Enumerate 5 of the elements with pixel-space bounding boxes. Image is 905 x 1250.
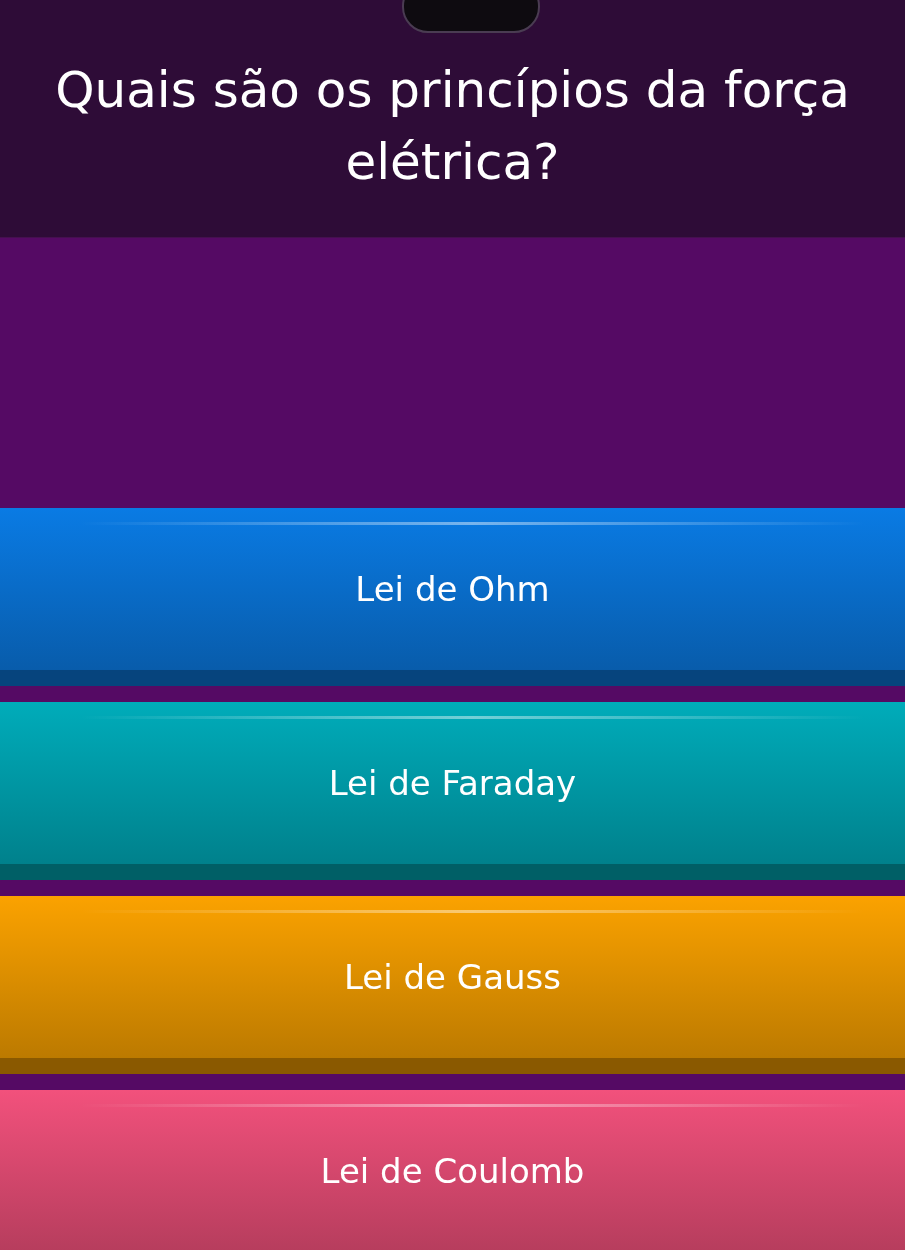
- answer-option[interactable]: Lei de Faraday: [0, 702, 905, 880]
- answer-option[interactable]: Lei de Gauss: [0, 896, 905, 1074]
- question-text: Quais são os princípios da força elétrica?: [54, 59, 851, 193]
- answer-option[interactable]: Lei de Ohm: [0, 508, 905, 686]
- answer-option[interactable]: Lei de Coulomb: [0, 1090, 905, 1250]
